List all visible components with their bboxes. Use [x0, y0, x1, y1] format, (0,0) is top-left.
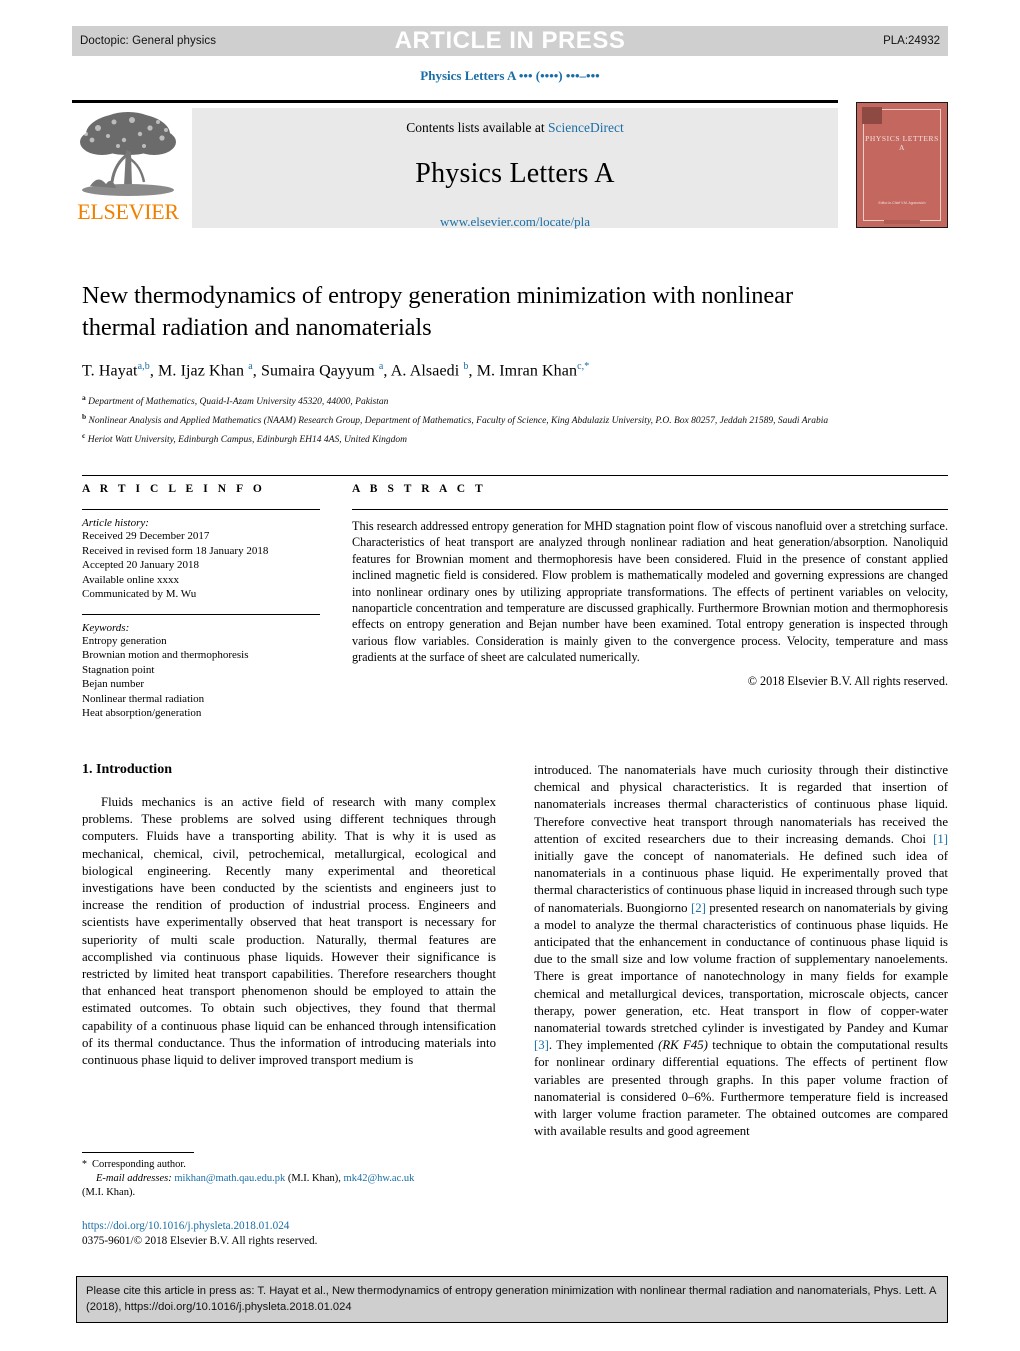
keyword-item: Heat absorption/generation	[82, 707, 202, 719]
contents-line: Contents lists available at ScienceDirec…	[192, 108, 838, 136]
asterisk-icon: *	[82, 1159, 92, 1170]
article-in-press-stamp: ARTICLE IN PRESS	[394, 27, 626, 54]
author-list: T. Hayata,b, M. Ijaz Khan a, Sumaira Qay…	[82, 361, 590, 380]
abstract-copyright: © 2018 Elsevier B.V. All rights reserved…	[747, 673, 948, 688]
history-item: Accepted 20 January 2018	[82, 559, 199, 571]
affiliation-list: a Department of Mathematics, Quaid-I-Aza…	[82, 391, 872, 447]
abstract-label: A B S T R A C T	[352, 483, 487, 495]
keyword-item: Brownian motion and thermophoresis	[82, 649, 249, 661]
keyword-item: Stagnation point	[82, 663, 155, 676]
masthead-rule	[72, 100, 838, 103]
article-info-rule	[82, 509, 320, 510]
keyword-item: Entropy generation	[82, 634, 167, 647]
history-item: Communicated by M. Wu	[82, 588, 197, 600]
footnote-block: * Corresponding author. E-mail addresses…	[82, 1152, 496, 1200]
article-title: New thermodynamics of entropy generation…	[82, 282, 793, 341]
footnote-rule	[82, 1152, 194, 1153]
history-item: Received 29 December 2017	[82, 530, 210, 542]
email-note: E-mail addresses: mikhan@math.qau.edu.pk…	[82, 1172, 496, 1186]
doi-block: https://doi.org/10.1016/j.physleta.2018.…	[82, 1219, 496, 1249]
cover-editor-text: Editor-in-Chief V.M. Agranovich	[878, 201, 926, 205]
keywords-heading: Keywords:	[82, 621, 130, 634]
journal-title: Physics Letters A	[415, 158, 615, 189]
email-owner-1: (M.I. Khan),	[287, 1173, 341, 1184]
intro-paragraph-right: introduced. The nanomaterials have much …	[534, 763, 948, 1139]
article-info-label: A R T I C L E I N F O	[82, 483, 266, 495]
email-owner-2-line: (M.I. Khan).	[82, 1187, 136, 1198]
keyword-item: Nonlinear thermal radiation	[82, 692, 205, 705]
affiliation-item: b Nonlinear Analysis and Applied Mathema…	[82, 410, 872, 429]
affiliation-text: Nonlinear Analysis and Applied Mathemati…	[88, 416, 829, 427]
article-history-heading: Article history:	[82, 517, 149, 529]
paper-page: Doctopic: General physics ARTICLE IN PRE…	[0, 0, 1020, 1351]
affiliation-text: Heriot Watt University, Edinburgh Campus…	[87, 434, 408, 445]
corresponding-author-note: * Corresponding author.	[82, 1158, 496, 1172]
info-abstract-top-rule	[82, 475, 948, 476]
issn-copyright-line: 0375-9601/© 2018 Elsevier B.V. All right…	[82, 1235, 318, 1247]
history-item: Received in revised form 18 January 2018	[82, 544, 269, 557]
journal-url-link[interactable]: www.elsevier.com/locate/pla	[192, 214, 838, 230]
keyword-item: Bejan number	[82, 678, 145, 690]
abstract-text: This research addressed entropy generati…	[352, 519, 948, 665]
cover-journal-title: PHYSICS LETTERS A	[865, 134, 939, 152]
history-item: Available online xxxx	[82, 573, 179, 586]
affiliation-mark: b	[82, 411, 87, 421]
abstract-column: A B S T R A C T This research addressed …	[352, 483, 948, 689]
cover-badge-icon	[862, 107, 882, 124]
contents-prefix: Contents lists available at	[406, 120, 548, 135]
email-link-1[interactable]: mikhan@math.qau.edu.pk	[174, 1173, 285, 1184]
journal-masthead: ELSEVIER Contents lists available at Sci…	[72, 100, 948, 232]
body-column-left: 1. Introduction Fluids mechanics is an a…	[82, 762, 496, 1069]
cover-bottom-bar	[884, 220, 920, 224]
abstract-rule	[352, 509, 948, 510]
keywords-rule	[82, 613, 320, 615]
affiliation-text: Department of Mathematics, Quaid-I-Azam …	[88, 397, 389, 408]
elsevier-logo: ELSEVIER	[74, 108, 182, 228]
affiliation-mark: c	[82, 430, 86, 440]
please-cite-box: Please cite this article in press as: T.…	[76, 1276, 948, 1323]
email-link-2[interactable]: mk42@hw.ac.uk	[344, 1173, 415, 1184]
sciencedirect-link[interactable]: ScienceDirect	[548, 120, 624, 135]
contents-panel: Contents lists available at ScienceDirec…	[192, 108, 838, 230]
journal-cover-thumbnail: PHYSICS LETTERS A Editor-in-Chief V.M. A…	[856, 102, 948, 228]
elsevier-wordmark: ELSEVIER	[77, 199, 179, 224]
corresponding-author-text: Corresponding author.	[92, 1159, 186, 1170]
article-info-column: A R T I C L E I N F O Article history: R…	[82, 483, 320, 721]
please-cite-text: Please cite this article in press as: T.…	[86, 1285, 936, 1313]
affiliation-mark: a	[82, 393, 86, 403]
title-block: New thermodynamics of entropy generation…	[82, 280, 872, 447]
doi-link[interactable]: https://doi.org/10.1016/j.physleta.2018.…	[82, 1219, 496, 1234]
article-in-press-banner: Doctopic: General physics ARTICLE IN PRE…	[72, 26, 948, 56]
affiliation-item: a Department of Mathematics, Quaid-I-Aza…	[82, 391, 872, 410]
elsevier-tree-icon	[80, 112, 176, 196]
journal-running-head: Physics Letters A ••• (••••) •••–•••	[420, 68, 600, 83]
article-id-label: PLA:24932	[883, 35, 940, 47]
intro-paragraph-left: Fluids mechanics is an active field of r…	[82, 795, 496, 1068]
section-heading-introduction: 1. Introduction	[82, 762, 172, 777]
cover-inner-frame: PHYSICS LETTERS A Editor-in-Chief V.M. A…	[862, 107, 941, 224]
email-label: E-mail addresses:	[96, 1173, 172, 1184]
affiliation-item: c Heriot Watt University, Edinburgh Camp…	[82, 429, 872, 448]
body-column-right: introduced. The nanomaterials have much …	[534, 762, 948, 1140]
